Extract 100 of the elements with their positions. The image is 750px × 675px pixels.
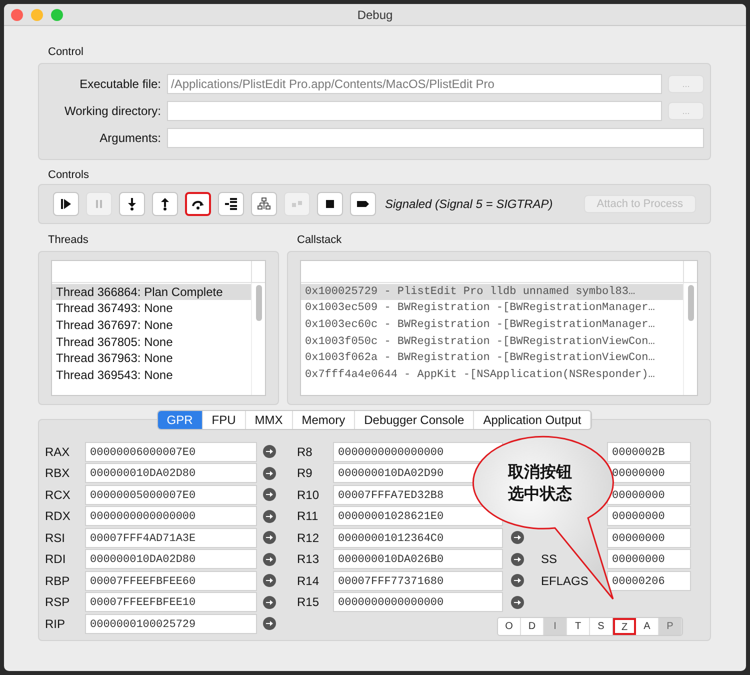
- register-label: RBX: [45, 465, 71, 482]
- callout-text: 取消按钮 选中状态: [508, 460, 572, 504]
- play-bar-icon: [59, 197, 73, 211]
- flag-toggle[interactable]: O: [498, 618, 521, 634]
- flag-toggle[interactable]: I: [544, 618, 567, 634]
- arrow-circle-icon[interactable]: [263, 531, 276, 544]
- register-label: R13: [297, 551, 320, 568]
- register-label: R8: [297, 444, 314, 461]
- tab[interactable]: Memory: [292, 410, 356, 428]
- flag-toggle[interactable]: S: [590, 618, 613, 634]
- flowchart-button[interactable]: [251, 192, 277, 216]
- register-field[interactable]: 00000006000007E0: [85, 442, 257, 462]
- list-row[interactable]: 0x7fff4a4e0644 - AppKit -[NSApplication(NSResponder)…: [301, 366, 683, 384]
- arrow-circle-icon[interactable]: [263, 552, 276, 566]
- list-row[interactable]: Thread 367805: None: [52, 334, 251, 350]
- register-field[interactable]: 00000000: [607, 506, 691, 526]
- field-label: Arguments:: [98, 130, 161, 147]
- section-title: Threads: [48, 233, 90, 248]
- tab[interactable]: GPR: [158, 410, 203, 428]
- register-label: RSP: [45, 594, 71, 612]
- step-instruction-button[interactable]: [218, 192, 244, 216]
- list-row[interactable]: 0x100025729 - PlistEdit Pro lldb unnamed symbol83…: [301, 284, 683, 300]
- register-field[interactable]: 00007FFF77371680: [333, 570, 503, 591]
- register-field[interactable]: 0000000100025729: [85, 614, 257, 634]
- tab[interactable]: MMX: [246, 410, 293, 428]
- register-label: R15: [297, 594, 320, 612]
- arrow-circle-icon[interactable]: [263, 445, 276, 458]
- arrow-circle-icon[interactable]: [263, 596, 276, 609]
- list-row[interactable]: Thread 367963: None: [52, 350, 251, 367]
- scrollbar[interactable]: [683, 282, 697, 394]
- arrow-circle-icon[interactable]: [263, 466, 276, 480]
- register-field[interactable]: 00007FFEEFBFEE10: [85, 592, 257, 612]
- register-label: SS: [541, 552, 558, 566]
- flag-toggle[interactable]: A: [636, 618, 659, 634]
- arrow-circle-icon[interactable]: [263, 617, 276, 630]
- list-row[interactable]: Thread 367697: None: [52, 316, 251, 334]
- flag-toggle[interactable]: Z: [613, 618, 636, 634]
- register-field[interactable]: 000000010DA02D80: [85, 463, 257, 484]
- register-field[interactable]: 00000206: [607, 570, 691, 591]
- register-field[interactable]: 0000000000000000: [333, 592, 503, 612]
- text-field[interactable]: [167, 101, 662, 121]
- section-title: Control: [48, 45, 84, 60]
- flowchart-icon: [257, 197, 271, 211]
- tab[interactable]: Application Output: [474, 410, 592, 428]
- arrow-circle-icon[interactable]: [263, 488, 276, 502]
- tab[interactable]: FPU: [202, 410, 246, 428]
- flag-toggle[interactable]: T: [567, 618, 590, 634]
- register-label: RIP: [45, 616, 66, 633]
- register-field[interactable]: 00007FFF4AD71A3E: [85, 528, 257, 548]
- register-label: R12: [297, 530, 320, 547]
- step-into-button[interactable]: [119, 192, 145, 216]
- register-label: RDI: [45, 551, 67, 568]
- arrow-circle-icon[interactable]: [263, 510, 276, 523]
- arrow-circle-icon[interactable]: [511, 552, 524, 566]
- list-row[interactable]: 0x1003f050c - BWRegistration -[BWRegistrationViewCon…: [301, 334, 683, 350]
- flag-toggle[interactable]: P: [659, 618, 682, 634]
- register-field[interactable]: 00000000: [607, 528, 691, 548]
- text-field[interactable]: /Applications/PlistEdit Pro.app/Contents/MacOS/PlistEdit Pro: [167, 74, 662, 94]
- list-row[interactable]: 0x1003ec509 - BWRegistration -[BWRegistrationManager…: [301, 300, 683, 317]
- register-field[interactable]: 00000000: [607, 549, 691, 570]
- arrow-circle-icon[interactable]: [511, 596, 524, 609]
- register-field[interactable]: 00000001012364C0: [333, 528, 503, 548]
- tab[interactable]: Debugger Console: [355, 410, 474, 428]
- section-title: Callstack: [297, 233, 343, 248]
- continue-button[interactable]: [53, 192, 79, 216]
- arrow-circle-icon[interactable]: [263, 574, 276, 588]
- arrow-circle-icon[interactable]: [511, 574, 524, 588]
- register-field[interactable]: 0000002B: [607, 442, 691, 462]
- list-row[interactable]: 0x1003ec60c - BWRegistration -[BWRegistrationManager…: [301, 316, 683, 334]
- window-title: Debug: [357, 6, 393, 24]
- register-field[interactable]: 0000000000000000: [333, 442, 503, 462]
- register-label: R14: [297, 572, 320, 590]
- detach-button[interactable]: [350, 192, 376, 216]
- register-label: EFLAGS: [541, 574, 588, 588]
- register-field[interactable]: 00000000: [607, 463, 691, 484]
- register-field[interactable]: 00000005000007E0: [85, 484, 257, 505]
- text-field[interactable]: [167, 128, 704, 148]
- register-label: RBP: [45, 572, 71, 590]
- register-field[interactable]: 00007FFEEFBFEE60: [85, 570, 257, 591]
- register-field[interactable]: 00000000: [607, 484, 691, 505]
- register-field[interactable]: 00000001028621E0: [333, 506, 503, 526]
- step-over-button[interactable]: [185, 192, 211, 216]
- step-out-button[interactable]: [152, 192, 178, 216]
- flag-toggle[interactable]: D: [521, 618, 544, 634]
- list-row[interactable]: 0x1003f062a - BWRegistration -[BWRegistrationViewCon…: [301, 350, 683, 367]
- arrow-circle-icon[interactable]: [511, 531, 524, 544]
- register-label: RCX: [45, 486, 72, 504]
- status-text: Signaled (Signal 5 = SIGTRAP): [385, 196, 553, 213]
- list-row[interactable]: Thread 366864: Plan Complete: [52, 284, 251, 300]
- list-row[interactable]: Thread 367493: None: [52, 300, 251, 317]
- register-field[interactable]: 000000010DA02D80: [85, 549, 257, 570]
- list-arrow-icon: [224, 197, 238, 211]
- list-row[interactable]: Thread 369543: None: [52, 366, 251, 384]
- stop-icon: [323, 197, 337, 211]
- register-field[interactable]: 000000010DA026B0: [333, 549, 503, 570]
- stop-button[interactable]: [317, 192, 343, 216]
- scrollbar[interactable]: [251, 282, 265, 394]
- register-label: R10: [297, 486, 320, 504]
- register-field[interactable]: 0000000000000000: [85, 506, 257, 526]
- section-title: Controls: [48, 168, 90, 182]
